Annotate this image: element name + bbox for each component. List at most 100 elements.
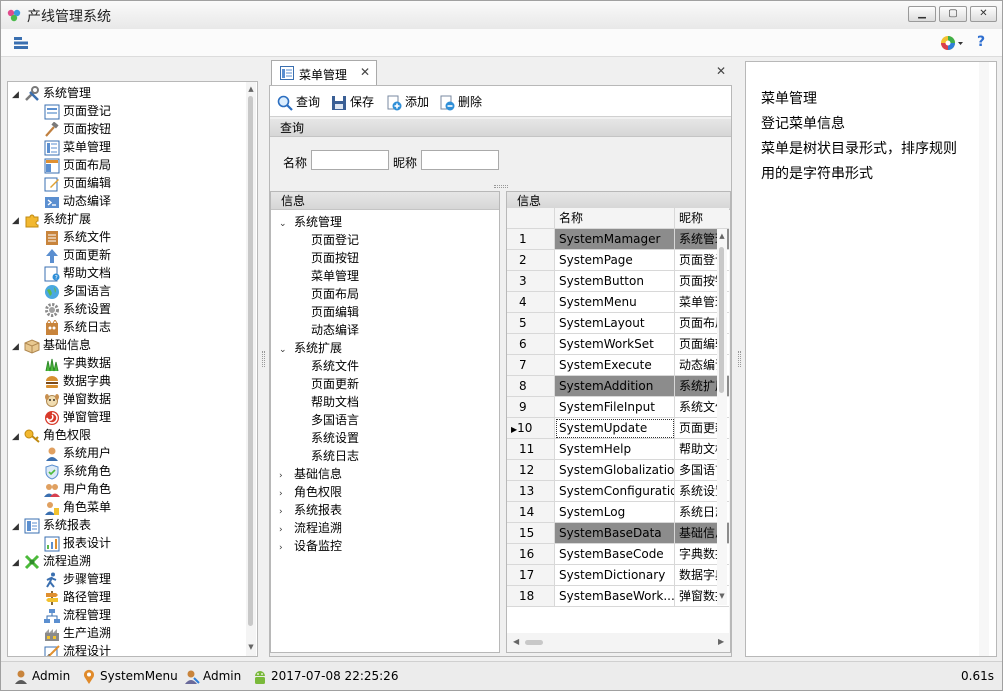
info-tree-item[interactable]: 系统设置 xyxy=(311,429,359,447)
grid-scroll-down-icon[interactable]: ▼ xyxy=(717,591,727,601)
nav-item[interactable]: 用户角色 xyxy=(44,480,111,498)
nav-item[interactable]: ◢ 流程追溯 xyxy=(12,552,91,570)
nav-item[interactable]: 路径管理 xyxy=(44,588,111,606)
nickname-input[interactable] xyxy=(421,150,499,170)
nav-item[interactable]: 页面更新 xyxy=(44,246,111,264)
nav-item[interactable]: 报表设计 xyxy=(44,534,111,552)
name-cell[interactable]: SystemGlobalization xyxy=(555,460,675,481)
name-cell[interactable]: SystemWorkSet xyxy=(555,334,675,355)
query-button[interactable]: 查询 xyxy=(277,93,320,111)
table-row[interactable]: 17 SystemDictionary 数据字典 xyxy=(507,565,729,586)
save-button[interactable]: 保存 xyxy=(331,93,374,111)
tab-menu-management[interactable]: 菜单管理 ✕ xyxy=(271,60,377,86)
name-cell[interactable]: SystemBaseCode xyxy=(555,544,675,565)
name-cell[interactable]: SystemExecute xyxy=(555,355,675,376)
nav-item[interactable]: 角色菜单 xyxy=(44,498,111,516)
nav-item[interactable]: 数据字典 xyxy=(44,372,111,390)
table-row[interactable]: 6 SystemWorkSet 页面编辑 xyxy=(507,334,729,355)
nav-item[interactable]: ◢ 系统报表 xyxy=(12,516,91,534)
add-button[interactable]: 添加 xyxy=(386,93,429,111)
nav-item[interactable]: ◢ 系统管理 xyxy=(12,84,91,102)
description-scrollbar[interactable] xyxy=(979,62,989,656)
nav-item[interactable]: 页面编辑 xyxy=(44,174,111,192)
info-tree-item[interactable]: 动态编译 xyxy=(311,321,359,339)
table-row[interactable]: 12 SystemGlobalization 多国语言 xyxy=(507,460,729,481)
table-row[interactable]: 3 SystemButton 页面按钮 xyxy=(507,271,729,292)
nav-item[interactable]: 系统角色 xyxy=(44,462,111,480)
name-cell[interactable]: SystemBaseWork... xyxy=(555,586,675,607)
theme-palette-icon[interactable] xyxy=(940,35,964,54)
close-all-tabs-icon[interactable]: ✕ xyxy=(716,64,726,78)
info-tree-item[interactable]: 菜单管理 xyxy=(311,267,359,285)
name-cell[interactable]: SystemHelp xyxy=(555,439,675,460)
nav-item[interactable]: 页面布局 xyxy=(44,156,111,174)
table-row[interactable]: 9 SystemFileInput 系统文件 xyxy=(507,397,729,418)
table-row[interactable]: 8 SystemAddition 系统扩展 xyxy=(507,376,729,397)
nav-item[interactable]: 动态编译 xyxy=(44,192,111,210)
expand-toggle-icon[interactable]: ◢ xyxy=(12,86,24,104)
nav-item[interactable]: 生产追溯 xyxy=(44,624,111,642)
nav-item[interactable]: 弹窗数据 xyxy=(44,390,111,408)
table-row[interactable]: ▶10 SystemUpdate 页面更新 xyxy=(507,418,729,439)
minimize-button[interactable]: ▁ xyxy=(908,6,936,22)
navigation-tree-scrollbar[interactable]: ▲ ▼ xyxy=(246,82,256,656)
name-cell[interactable]: SystemLayout xyxy=(555,313,675,334)
info-tree-item[interactable]: 系统日志 xyxy=(311,447,359,465)
info-tree-item[interactable]: 多国语言 xyxy=(311,411,359,429)
nav-item[interactable]: 多国语言 xyxy=(44,282,111,300)
info-tree-item[interactable]: 页面更新 xyxy=(311,375,359,393)
table-row[interactable]: 2 SystemPage 页面登记 xyxy=(507,250,729,271)
table-row[interactable]: 13 SystemConfiguration 系统设置 xyxy=(507,481,729,502)
scroll-up-icon[interactable]: ▲ xyxy=(246,84,256,94)
info-tree-item[interactable]: 页面编辑 xyxy=(311,303,359,321)
nav-item[interactable]: ◢ 角色权限 xyxy=(12,426,91,444)
delete-button[interactable]: 删除 xyxy=(439,93,482,111)
name-input[interactable] xyxy=(311,150,389,170)
layout-toggle-icon[interactable] xyxy=(14,37,28,52)
horizontal-splitter-handle[interactable] xyxy=(494,185,508,188)
expand-toggle-icon[interactable]: ◢ xyxy=(12,554,24,572)
table-row[interactable]: 18 SystemBaseWork... 弹窗数据 xyxy=(507,586,729,607)
table-row[interactable]: 11 SystemHelp 帮助文档 xyxy=(507,439,729,460)
nav-item[interactable]: 流程设计 xyxy=(44,642,111,656)
info-tree-item[interactable]: 页面登记 xyxy=(311,231,359,249)
table-row[interactable]: 7 SystemExecute 动态编译 xyxy=(507,355,729,376)
grid-hscroll-thumb[interactable] xyxy=(525,640,543,645)
table-row[interactable]: 14 SystemLog 系统日志 xyxy=(507,502,729,523)
table-row[interactable]: 5 SystemLayout 页面布局 xyxy=(507,313,729,334)
maximize-button[interactable]: ▢ xyxy=(939,6,967,22)
info-tree-item[interactable]: 系统文件 xyxy=(311,357,359,375)
info-tree-item[interactable]: › 基础信息 xyxy=(279,465,342,483)
info-tree-item[interactable]: 帮助文档 xyxy=(311,393,359,411)
table-row[interactable]: 1 SystemMamager 系统管理 xyxy=(507,229,729,250)
chevron-down-icon[interactable]: ⌄ xyxy=(279,215,294,233)
close-window-button[interactable]: ✕ xyxy=(970,6,997,22)
grid-vertical-scrollbar[interactable]: ▲ ▼ xyxy=(717,229,727,605)
nav-item[interactable]: ◢ 基础信息 xyxy=(12,336,91,354)
grid-scroll-left-icon[interactable]: ◀ xyxy=(513,637,519,646)
name-cell[interactable]: SystemFileInput xyxy=(555,397,675,418)
name-cell[interactable]: SystemUpdate xyxy=(555,418,675,439)
scrollbar-thumb[interactable] xyxy=(248,96,253,626)
table-row[interactable]: 15 SystemBaseData 基础信息 xyxy=(507,523,729,544)
name-cell[interactable]: SystemBaseData xyxy=(555,523,675,544)
help-icon[interactable]: ? xyxy=(977,34,985,50)
nav-item[interactable]: 系统日志 xyxy=(44,318,111,336)
right-splitter-handle[interactable] xyxy=(738,351,741,367)
nav-item[interactable]: 菜单管理 xyxy=(44,138,111,156)
info-tree-item[interactable]: 页面布局 xyxy=(311,285,359,303)
grid-scroll-right-icon[interactable]: ▶ xyxy=(718,637,724,646)
info-tree-item[interactable]: 页面按钮 xyxy=(311,249,359,267)
name-cell[interactable]: SystemLog xyxy=(555,502,675,523)
name-cell[interactable]: SystemAddition xyxy=(555,376,675,397)
nav-item[interactable]: 弹窗管理 xyxy=(44,408,111,426)
chevron-right-icon[interactable]: › xyxy=(279,539,294,557)
tab-close-icon[interactable]: ✕ xyxy=(360,65,370,79)
nav-item[interactable]: 页面登记 xyxy=(44,102,111,120)
left-splitter-handle[interactable] xyxy=(262,351,265,367)
chevron-down-icon[interactable]: ⌄ xyxy=(279,341,294,359)
grid-scroll-up-icon[interactable]: ▲ xyxy=(717,231,727,241)
nav-item[interactable]: 页面按钮 xyxy=(44,120,111,138)
nav-item[interactable]: 流程管理 xyxy=(44,606,111,624)
info-tree-item[interactable]: › 设备监控 xyxy=(279,537,342,555)
